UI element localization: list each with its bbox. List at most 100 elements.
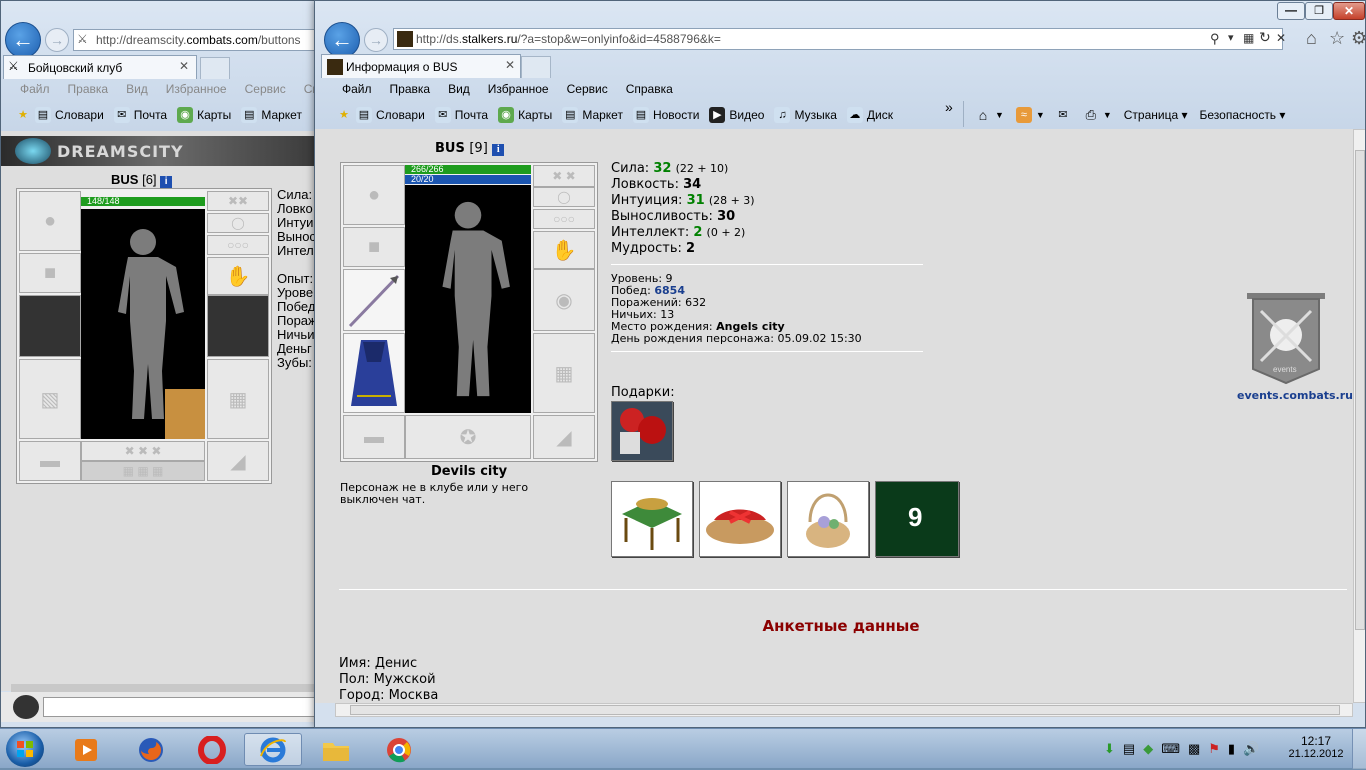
safety-menu[interactable]: Безопасность ▾ <box>1200 108 1286 122</box>
events-logo-icon[interactable]: events <box>1241 291 1331 387</box>
shield-slot[interactable] <box>207 295 269 357</box>
favorites-star-icon[interactable]: ☆ <box>1329 28 1345 49</box>
internet-explorer-icon[interactable] <box>244 733 302 766</box>
fav-mail[interactable]: ✉ Почта <box>113 107 167 123</box>
signal-icon[interactable]: ▩ <box>1188 741 1200 757</box>
keyboard-icon[interactable]: ⌨ <box>1161 741 1180 757</box>
fav-music[interactable]: ♫ Музыка <box>774 107 837 123</box>
pet-cat-icon[interactable] <box>165 389 205 439</box>
bracer-slot[interactable]: ■ <box>343 227 405 267</box>
favorites-star-icon[interactable]: ★ <box>15 107 31 123</box>
emblem-slot[interactable]: ✪ <box>405 415 531 459</box>
info-icon[interactable]: i <box>160 176 173 188</box>
necklace-slot[interactable]: ◯ <box>207 213 269 233</box>
cloak-slot[interactable] <box>343 333 405 413</box>
boots-slot[interactable]: ◢ <box>533 415 595 459</box>
horizontal-scrollbar[interactable] <box>335 703 1353 717</box>
chat-input[interactable] <box>43 697 319 717</box>
favorites-star-icon[interactable]: ★ <box>336 107 352 123</box>
rings-slot[interactable]: ○○○ <box>533 209 595 229</box>
chat-icon[interactable] <box>13 695 39 719</box>
earring-slot[interactable]: ✖✖ <box>207 191 269 211</box>
menu-favorites[interactable]: Избранное <box>157 82 236 96</box>
close-tab-icon[interactable]: ✕ <box>179 59 189 73</box>
weapon-slot[interactable] <box>19 295 81 357</box>
tab-info-bus[interactable]: Информация о BUS <box>321 54 521 78</box>
refresh-icon[interactable]: ↻ <box>1259 29 1271 46</box>
menu-file[interactable]: Файл <box>11 82 59 96</box>
menu-file[interactable]: Файл <box>333 82 381 96</box>
rss-feed-icon[interactable]: ≈ <box>1015 107 1032 123</box>
menu-view[interactable]: Вид <box>117 82 157 96</box>
tab-fight-club[interactable]: Бойцовский клуб <box>3 55 197 79</box>
close-window-button[interactable]: ✕ <box>1333 2 1365 20</box>
settings-gear-icon[interactable]: ⚙ <box>1351 28 1365 49</box>
helmet-slot[interactable]: ● <box>343 165 405 225</box>
toolbar-overflow-icon[interactable]: » <box>945 99 953 115</box>
volume-icon[interactable]: 🔊 <box>1243 741 1259 757</box>
forward-button[interactable]: → <box>364 28 388 52</box>
gift-table-icon[interactable] <box>611 481 693 557</box>
menu-view[interactable]: Вид <box>439 82 479 96</box>
download-arrow-icon[interactable]: ⬇ <box>1104 741 1115 757</box>
action-center-flag-icon[interactable]: ⚑ <box>1208 741 1220 757</box>
close-tab-icon[interactable]: ✕ <box>505 58 515 72</box>
network-bars-icon[interactable]: ▤ <box>1123 741 1135 757</box>
stop-icon[interactable]: ✕ <box>1276 31 1286 45</box>
menu-tools[interactable]: Сервис <box>558 82 617 96</box>
new-tab-button[interactable] <box>521 56 551 78</box>
boots-slot[interactable]: ◢ <box>207 441 269 481</box>
necklace-slot[interactable]: ◯ <box>533 187 595 207</box>
fav-maps[interactable]: ◉ Карты <box>498 107 552 123</box>
horizontal-scrollbar[interactable] <box>11 684 319 692</box>
back-button[interactable]: ← <box>324 22 360 58</box>
menu-edit[interactable]: Правка <box>59 82 118 96</box>
fav-maps[interactable]: ◉ Карты <box>177 107 231 123</box>
info-icon[interactable]: i <box>492 144 505 156</box>
gift-santa-icon[interactable] <box>611 401 673 461</box>
clock[interactable]: 12:17 21.12.2012 <box>1286 734 1346 760</box>
bracer-slot[interactable]: ■ <box>19 253 81 293</box>
legs-slot[interactable]: ▦ <box>207 359 269 439</box>
battery-icon[interactable]: ▮ <box>1228 741 1235 757</box>
start-button[interactable] <box>6 731 44 767</box>
fav-mail[interactable]: ✉ Почта <box>434 107 488 123</box>
fav-disk[interactable]: ☁ Диск <box>846 107 893 123</box>
chevron-down-icon[interactable]: ▼ <box>1103 110 1112 120</box>
rings-slot[interactable]: ○○○ <box>207 235 269 255</box>
gloves-slot[interactable]: ✋ <box>533 231 595 269</box>
chevron-down-icon[interactable]: ▼ <box>1036 110 1045 120</box>
small-slots[interactable]: ▦ ▦ ▦ <box>81 461 205 481</box>
fav-market[interactable]: ▤ Маркет <box>562 107 623 123</box>
chrome-icon[interactable] <box>370 733 428 766</box>
earring-slot[interactable]: ✖ ✖ <box>533 165 595 187</box>
vertical-scroll-thumb[interactable] <box>1355 150 1365 630</box>
gloves-slot[interactable]: ✋ <box>207 257 269 295</box>
events-site-link[interactable]: events.combats.ru <box>1237 389 1353 402</box>
legs-slot[interactable]: ▦ <box>533 333 595 413</box>
menu-favorites[interactable]: Избранное <box>479 82 558 96</box>
belt-slot[interactable]: ▬ <box>19 441 81 481</box>
belt-slot[interactable]: ▬ <box>343 415 405 459</box>
fav-dictionary[interactable]: ▤ Словари <box>356 107 425 123</box>
rune-slots[interactable]: ✖ ✖ ✖ <box>81 441 205 461</box>
compat-view-icon[interactable]: ▦ <box>1243 31 1254 45</box>
helmet-slot[interactable]: ● <box>19 191 81 251</box>
gift-basket-icon[interactable] <box>699 481 781 557</box>
minimize-button[interactable]: — <box>1277 2 1305 20</box>
armor-slot[interactable]: ▧ <box>19 359 81 439</box>
firefox-icon[interactable] <box>122 733 180 766</box>
new-tab-button[interactable] <box>200 57 230 79</box>
fav-news[interactable]: ▤ Новости <box>632 107 699 123</box>
chevron-down-icon[interactable]: ▼ <box>995 110 1004 120</box>
vertical-scrollbar[interactable] <box>1353 129 1365 703</box>
read-mail-icon[interactable]: ✉ <box>1055 107 1071 123</box>
print-icon[interactable]: ⎙ <box>1083 107 1099 123</box>
forward-button[interactable]: → <box>45 28 69 52</box>
fav-dictionary[interactable]: ▤ Словари <box>35 107 104 123</box>
media-player-icon[interactable] <box>57 733 115 766</box>
home-icon[interactable]: ⌂ <box>975 107 991 123</box>
address-bar[interactable]: http://ds. stalkers.ru/?a=stop&w=onlyinfo… <box>393 28 1283 50</box>
fav-video[interactable]: ▶ Видео <box>709 107 764 123</box>
search-icon[interactable]: ⚲ <box>1210 31 1220 47</box>
